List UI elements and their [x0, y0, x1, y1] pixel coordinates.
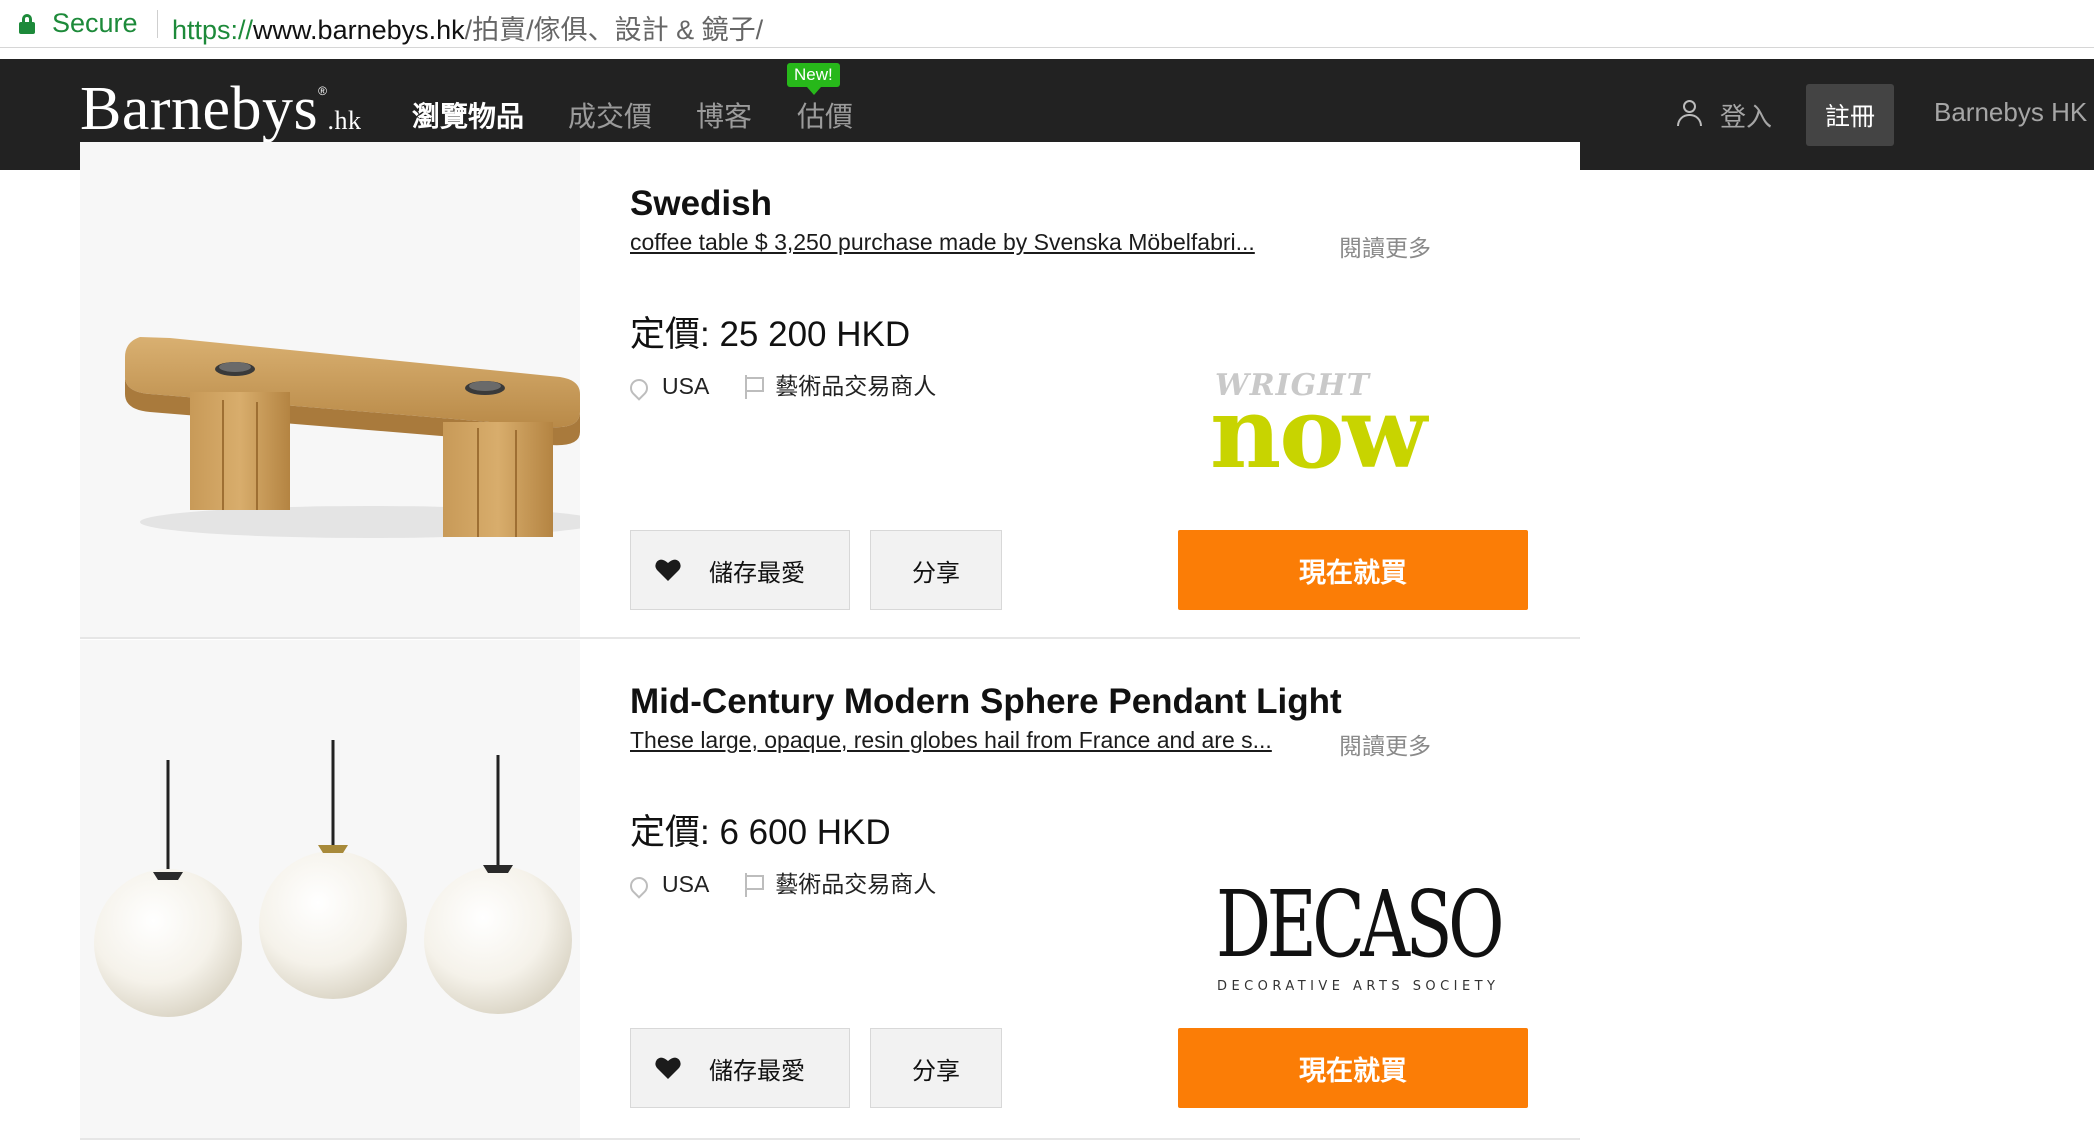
read-more-link[interactable]: 閱讀更多 [1339, 727, 1431, 761]
save-favorite-label: 儲存最愛 [709, 559, 805, 587]
svg-text:DECASO: DECASO [1216, 878, 1501, 978]
share-button[interactable]: 分享 [870, 530, 1002, 610]
heart-icon [655, 559, 681, 581]
listing-title[interactable]: Swedish [630, 184, 772, 224]
listing-results: Swedish coffee table $ 3,250 purchase ma… [80, 142, 1580, 1144]
location-pin-icon [626, 873, 652, 899]
buy-now-button[interactable]: 現在就買 [1178, 1028, 1528, 1108]
register-button[interactable]: 註冊 [1806, 84, 1894, 146]
listing-card: Mid-Century Modern Sphere Pendant Light … [80, 640, 1580, 1140]
nav-valuation[interactable]: 估價 [797, 95, 853, 135]
listing-meta: USA 藝術品交易商人 [626, 865, 937, 899]
address-divider [157, 10, 158, 38]
listing-location: USA [662, 871, 710, 897]
flag-icon [745, 375, 765, 399]
seller-type: 藝術品交易商人 [775, 373, 937, 399]
location-pin-icon [626, 375, 652, 401]
dealer-logo-wright-now[interactable]: WRIGHT now [1210, 367, 1480, 491]
svg-text:now: now [1210, 376, 1430, 487]
pendant-light-image[interactable] [80, 640, 580, 1138]
nav-browse-items[interactable]: 瀏覽物品 [412, 95, 524, 135]
listing-price: 定價: 25 200 HKD [630, 315, 911, 354]
share-button[interactable]: 分享 [870, 1028, 1002, 1108]
listing-details: Swedish coffee table $ 3,250 purchase ma… [580, 142, 1580, 637]
user-icon[interactable] [1676, 100, 1702, 126]
coffee-table-image[interactable] [80, 142, 580, 637]
listing-details: Mid-Century Modern Sphere Pendant Light … [580, 640, 1580, 1138]
save-favorite-button[interactable]: 儲存最愛 [630, 1028, 850, 1108]
nav-sold-prices[interactable]: 成交價 [568, 95, 652, 135]
site-region-selector[interactable]: Barnebys HK [1934, 97, 2087, 128]
seller-type: 藝術品交易商人 [775, 871, 937, 897]
flag-icon [745, 873, 765, 897]
nav-blog[interactable]: 博客 [696, 95, 752, 135]
lock-icon [19, 14, 35, 34]
browser-address-bar[interactable]: Secure https://www.barnebys.hk/拍賣/傢俱、設計 … [0, 0, 2094, 48]
dealer-logo-decaso[interactable]: DECASO DECORATIVE ARTS SOCIETY [1208, 871, 1508, 998]
listing-price: 定價: 6 600 HKD [630, 813, 891, 852]
listing-title[interactable]: Mid-Century Modern Sphere Pendant Light [630, 682, 1342, 722]
heart-icon [655, 1057, 681, 1079]
secure-label: Secure [52, 8, 138, 38]
save-favorite-button[interactable]: 儲存最愛 [630, 530, 850, 610]
buy-now-button[interactable]: 現在就買 [1178, 530, 1528, 610]
listing-meta: USA 藝術品交易商人 [626, 367, 937, 401]
listing-location: USA [662, 373, 710, 399]
listing-card: Swedish coffee table $ 3,250 purchase ma… [80, 142, 1580, 639]
url-text[interactable]: https://www.barnebys.hk/拍賣/傢俱、設計 & 鏡子/ [172, 8, 763, 47]
read-more-link[interactable]: 閱讀更多 [1339, 229, 1431, 263]
barnebys-logo[interactable]: Barnebys®.hk [80, 74, 362, 145]
login-link[interactable]: 登入 [1720, 97, 1772, 134]
svg-text:DECORATIVE ARTS SOCIETY: DECORATIVE ARTS SOCIETY [1217, 979, 1499, 994]
new-badge: New! [787, 63, 840, 95]
listing-description[interactable]: These large, opaque, resin globes hail f… [630, 727, 1272, 754]
listing-description[interactable]: coffee table $ 3,250 purchase made by Sv… [630, 229, 1255, 256]
save-favorite-label: 儲存最愛 [709, 1057, 805, 1085]
